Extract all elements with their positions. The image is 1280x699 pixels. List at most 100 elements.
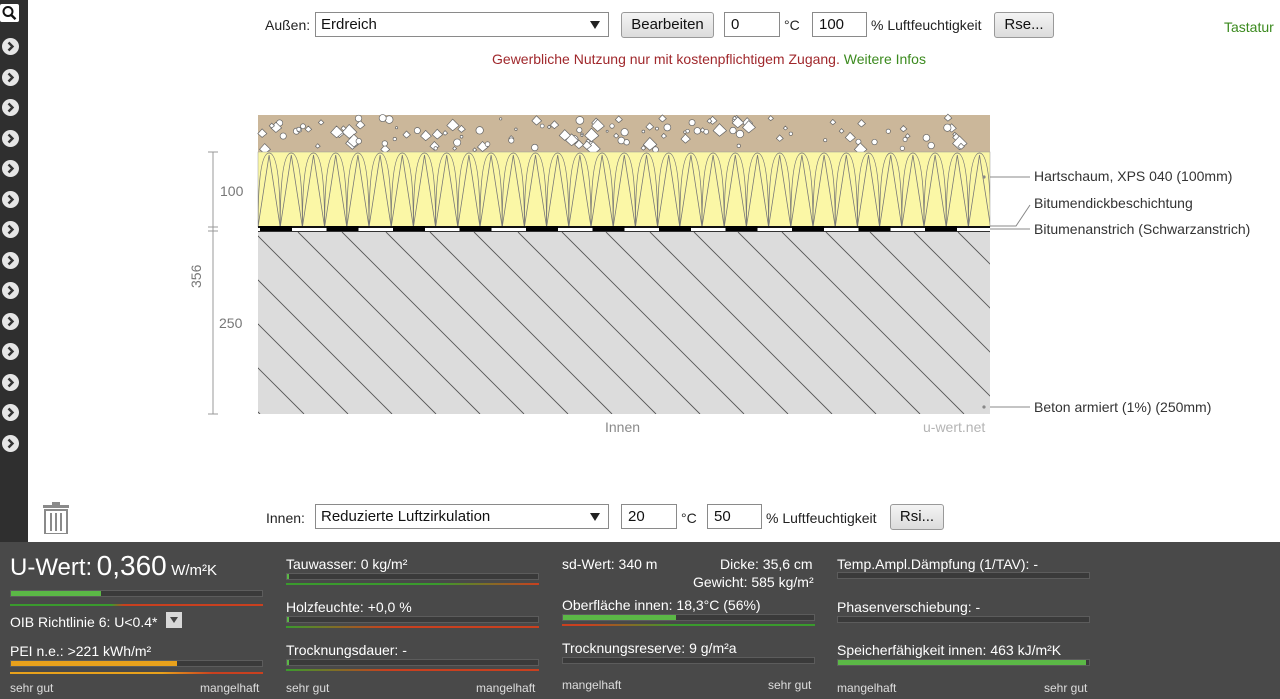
- col2-scale-right: mangelhaft: [476, 681, 536, 695]
- sidebar-expand-button[interactable]: [2, 373, 19, 391]
- sidebar-expand-button[interactable]: [2, 68, 19, 86]
- col1-scale-right: mangelhaft: [200, 681, 260, 695]
- sidebar-expand-button[interactable]: [2, 343, 19, 360]
- surface-inside-bar: [562, 614, 815, 621]
- pei-label: PEI n.e.: >221 kWh/m²: [10, 643, 152, 659]
- storage-capacity-bar-fill: [838, 660, 1087, 665]
- outside-temp-unit: °C: [784, 17, 800, 33]
- col1-scale-left: sehr gut: [10, 681, 54, 695]
- holzfeuchte-label: Holzfeuchte: +0,0 %: [286, 599, 412, 615]
- chevron-down-icon: [590, 513, 600, 521]
- storage-capacity-label: Speicherfähigkeit innen: 463 kJ/m²K: [837, 642, 1062, 658]
- chevron-right-icon: [7, 224, 15, 235]
- holzfeuchte-bar-fill: [287, 617, 289, 622]
- trash-button[interactable]: [42, 502, 70, 535]
- col4-scale-right: sehr gut: [1044, 681, 1088, 695]
- sidebar-expand-button[interactable]: [2, 434, 19, 452]
- drying-reserve-label: Trocknungsreserve: 9 g/m²a: [562, 640, 737, 656]
- commercial-use-notice: Gewerbliche Nutzung nur mit kostenpflich…: [0, 51, 1280, 67]
- u-value-bar: [10, 590, 263, 597]
- trash-icon: [43, 502, 69, 535]
- layer-label-bitumen-coating: Bitumendickbeschichtung: [1034, 195, 1193, 211]
- chevron-right-icon: [7, 255, 15, 265]
- col3-scale-right: sehr gut: [768, 678, 812, 692]
- rse-button[interactable]: Rse...: [994, 12, 1054, 38]
- keyboard-link[interactable]: Tastatur: [1224, 19, 1274, 35]
- sidebar-expand-button[interactable]: [2, 190, 19, 208]
- sidebar-expand-button[interactable]: [2, 282, 19, 299]
- thickness-label: Dicke: 35,6 cm: [720, 556, 813, 572]
- trocknungsdauer-bar-fill: [287, 660, 289, 665]
- pei-bar: [10, 660, 263, 667]
- outside-select[interactable]: Erdreich: [315, 12, 609, 37]
- pei-scale-line: [10, 672, 263, 674]
- u-value-display: U-Wert: 0,360 W/m²K: [10, 550, 217, 582]
- rsi-button[interactable]: Rsi...: [890, 504, 944, 530]
- chevron-right-icon: [7, 102, 15, 113]
- outside-select-value: Erdreich: [321, 16, 377, 33]
- tauwasser-label: Tauwasser: 0 kg/m²: [286, 556, 408, 572]
- surface-inside-bar-fill: [563, 615, 676, 620]
- inside-select-value: Reduzierte Luftzirkulation: [321, 508, 491, 525]
- inside-temp-unit: °C: [681, 510, 697, 526]
- chevron-right-icon: [7, 346, 15, 357]
- more-info-link[interactable]: Weitere Infos: [844, 51, 926, 67]
- chevron-right-icon: [7, 316, 15, 326]
- trocknungsdauer-bar: [286, 659, 539, 666]
- construction-section-svg: [208, 113, 1031, 415]
- chevron-right-icon: [7, 377, 15, 387]
- sidebar-expand-button[interactable]: [2, 129, 19, 147]
- layer-label-xps: Hartschaum, XPS 040 (100mm): [1034, 168, 1233, 184]
- sidebar-expand-button[interactable]: [2, 160, 19, 177]
- temp-amplitude-bar: [837, 572, 1090, 579]
- dimension-upper: 100: [220, 183, 244, 199]
- inside-temperature-input[interactable]: 20: [621, 504, 677, 529]
- dimension-total: 356: [188, 264, 204, 288]
- inside-label: Innen: [605, 419, 641, 435]
- storage-capacity-bar: [837, 659, 1090, 666]
- sidebar-expand-button[interactable]: [2, 221, 19, 238]
- u-value-label: U-Wert:: [10, 554, 93, 581]
- sidebar-expand-button[interactable]: [2, 99, 19, 116]
- phase-shift-label: Phasenverschiebung: -: [837, 599, 981, 615]
- oib-dropdown-icon[interactable]: [166, 612, 182, 628]
- drying-reserve-bar: [562, 657, 815, 664]
- u-value: 0,360: [96, 550, 167, 581]
- inside-humidity-input[interactable]: 50: [707, 504, 762, 529]
- watermark: u-wert.net: [923, 419, 986, 435]
- edit-button[interactable]: Bearbeiten: [621, 12, 714, 38]
- u-value-unit: W/m²K: [171, 562, 218, 579]
- construction-drawing: 356 100 250 Hartschaum, XPS 040 (100mm) …: [188, 95, 1280, 440]
- sidebar-expand-button[interactable]: [2, 404, 19, 421]
- chevron-right-icon: [7, 163, 15, 174]
- sd-value-label: sd-Wert: 340 m: [562, 556, 658, 572]
- chevron-right-icon: [7, 72, 15, 82]
- layer-label-bitumen-primer: Bitumenanstrich (Schwarzanstrich): [1034, 221, 1251, 237]
- surface-inside-scale-line: [562, 624, 815, 626]
- col4-scale-left: mangelhaft: [837, 681, 897, 695]
- layer-label-concrete: Beton armiert (1%) (250mm): [1034, 399, 1212, 415]
- tauwasser-bar: [286, 573, 539, 580]
- outside-temperature-input[interactable]: 0: [724, 12, 780, 37]
- notice-text: Gewerbliche Nutzung nur mit kostenpflich…: [492, 51, 840, 67]
- chevron-down-icon: [590, 21, 600, 29]
- chevron-right-icon: [7, 285, 15, 296]
- outside-humidity-unit: % Luftfeuchtigkeit: [871, 17, 982, 33]
- sidebar: [0, 0, 28, 542]
- results-panel: U-Wert: 0,360 W/m²K OIB Richtlinie 6: U<…: [0, 542, 1280, 699]
- sidebar-expand-button[interactable]: [2, 312, 19, 330]
- inside-humidity-unit: % Luftfeuchtigkeit: [766, 510, 877, 526]
- tauwasser-scale-line: [286, 583, 539, 585]
- inside-conditions-label: Innen:: [266, 510, 305, 526]
- weight-label: Gewicht: 585 kg/m²: [693, 574, 814, 590]
- surface-inside-label: Oberfläche innen: 18,3°C (56%): [562, 597, 761, 613]
- sidebar-expand-button[interactable]: [2, 251, 19, 269]
- concrete-layer: [258, 232, 990, 414]
- temp-amplitude-label: Temp.Ampl.Dämpfung (1/TAV): -: [837, 556, 1038, 572]
- pei-bar-fill: [11, 661, 177, 666]
- search-button[interactable]: [0, 4, 19, 22]
- outside-humidity-input[interactable]: 100: [812, 12, 867, 37]
- inside-select[interactable]: Reduzierte Luftzirkulation: [315, 504, 609, 529]
- col3-scale-left: mangelhaft: [562, 678, 622, 692]
- bitumen-primer-layer: [258, 231, 990, 232]
